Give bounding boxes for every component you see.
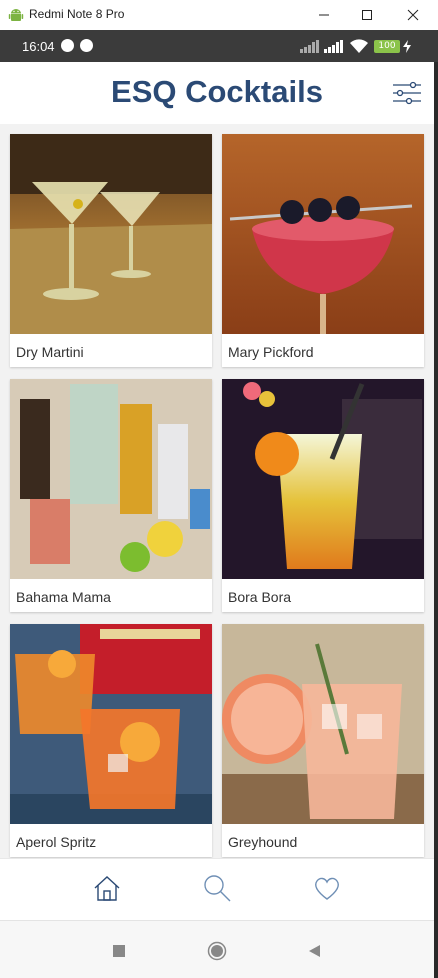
phone-frame: 16:04 100 ESQ Cocktails Dry Martini Mary…: [0, 30, 438, 978]
cocktail-card[interactable]: Aperol Spritz: [10, 624, 212, 857]
minimize-button[interactable]: [313, 4, 335, 26]
cocktail-name: Greyhound: [228, 834, 298, 850]
close-icon: [407, 9, 419, 21]
cocktail-card[interactable]: Dry Martini: [10, 134, 212, 367]
cocktail-name: Aperol Spritz: [16, 834, 97, 850]
android-icon: [8, 9, 24, 21]
status-time: 16:04: [22, 39, 55, 54]
back-icon[interactable]: [305, 941, 325, 961]
cocktail-grid: Dry Martini Mary Pickford Bahama Mama Bo…: [0, 124, 434, 858]
window-title: Redmi Note 8 Pro: [29, 7, 125, 21]
bottom-navigation: [0, 858, 434, 920]
signal-icon: [324, 40, 343, 53]
recents-icon[interactable]: [109, 941, 129, 961]
signal-icon: [300, 40, 319, 53]
cocktail-name: Dry Martini: [16, 344, 84, 360]
system-navigation-bar: [0, 920, 434, 978]
cocktail-card[interactable]: Mary Pickford: [222, 134, 424, 367]
cocktail-card[interactable]: Bahama Mama: [10, 379, 212, 612]
cocktail-card[interactable]: Greyhound: [222, 624, 424, 857]
home-icon[interactable]: [92, 873, 122, 903]
cocktail-photo: [10, 134, 212, 334]
charging-icon: [403, 40, 411, 53]
home-system-icon[interactable]: [207, 941, 227, 961]
cocktail-photo: [10, 379, 212, 579]
heart-icon[interactable]: [312, 873, 342, 903]
wifi-icon: [350, 39, 368, 53]
filter-icon[interactable]: [392, 80, 422, 106]
status-bar: 16:04 100: [0, 30, 438, 62]
minimize-icon: [319, 14, 329, 16]
notification-icon: [61, 39, 74, 52]
cocktail-photo: [222, 624, 424, 824]
cocktail-photo: [10, 624, 212, 824]
close-button[interactable]: [402, 4, 424, 26]
notification-icon: [80, 39, 93, 52]
search-icon[interactable]: [202, 873, 232, 903]
window-titlebar: Redmi Note 8 Pro: [0, 0, 438, 30]
app-title: ESQ Cocktails: [111, 74, 323, 109]
cocktail-photo: [222, 379, 424, 579]
cocktail-name: Mary Pickford: [228, 344, 314, 360]
maximize-icon: [362, 10, 372, 20]
app-screen: ESQ Cocktails Dry Martini Mary Pickford …: [0, 62, 434, 978]
app-header: ESQ Cocktails: [0, 62, 434, 124]
cocktail-card[interactable]: Bora Bora: [222, 379, 424, 612]
battery-indicator: 100: [374, 40, 400, 53]
maximize-button[interactable]: [356, 4, 378, 26]
cocktail-name: Bahama Mama: [16, 589, 111, 605]
cocktail-photo: [222, 134, 424, 334]
cocktail-name: Bora Bora: [228, 589, 292, 605]
